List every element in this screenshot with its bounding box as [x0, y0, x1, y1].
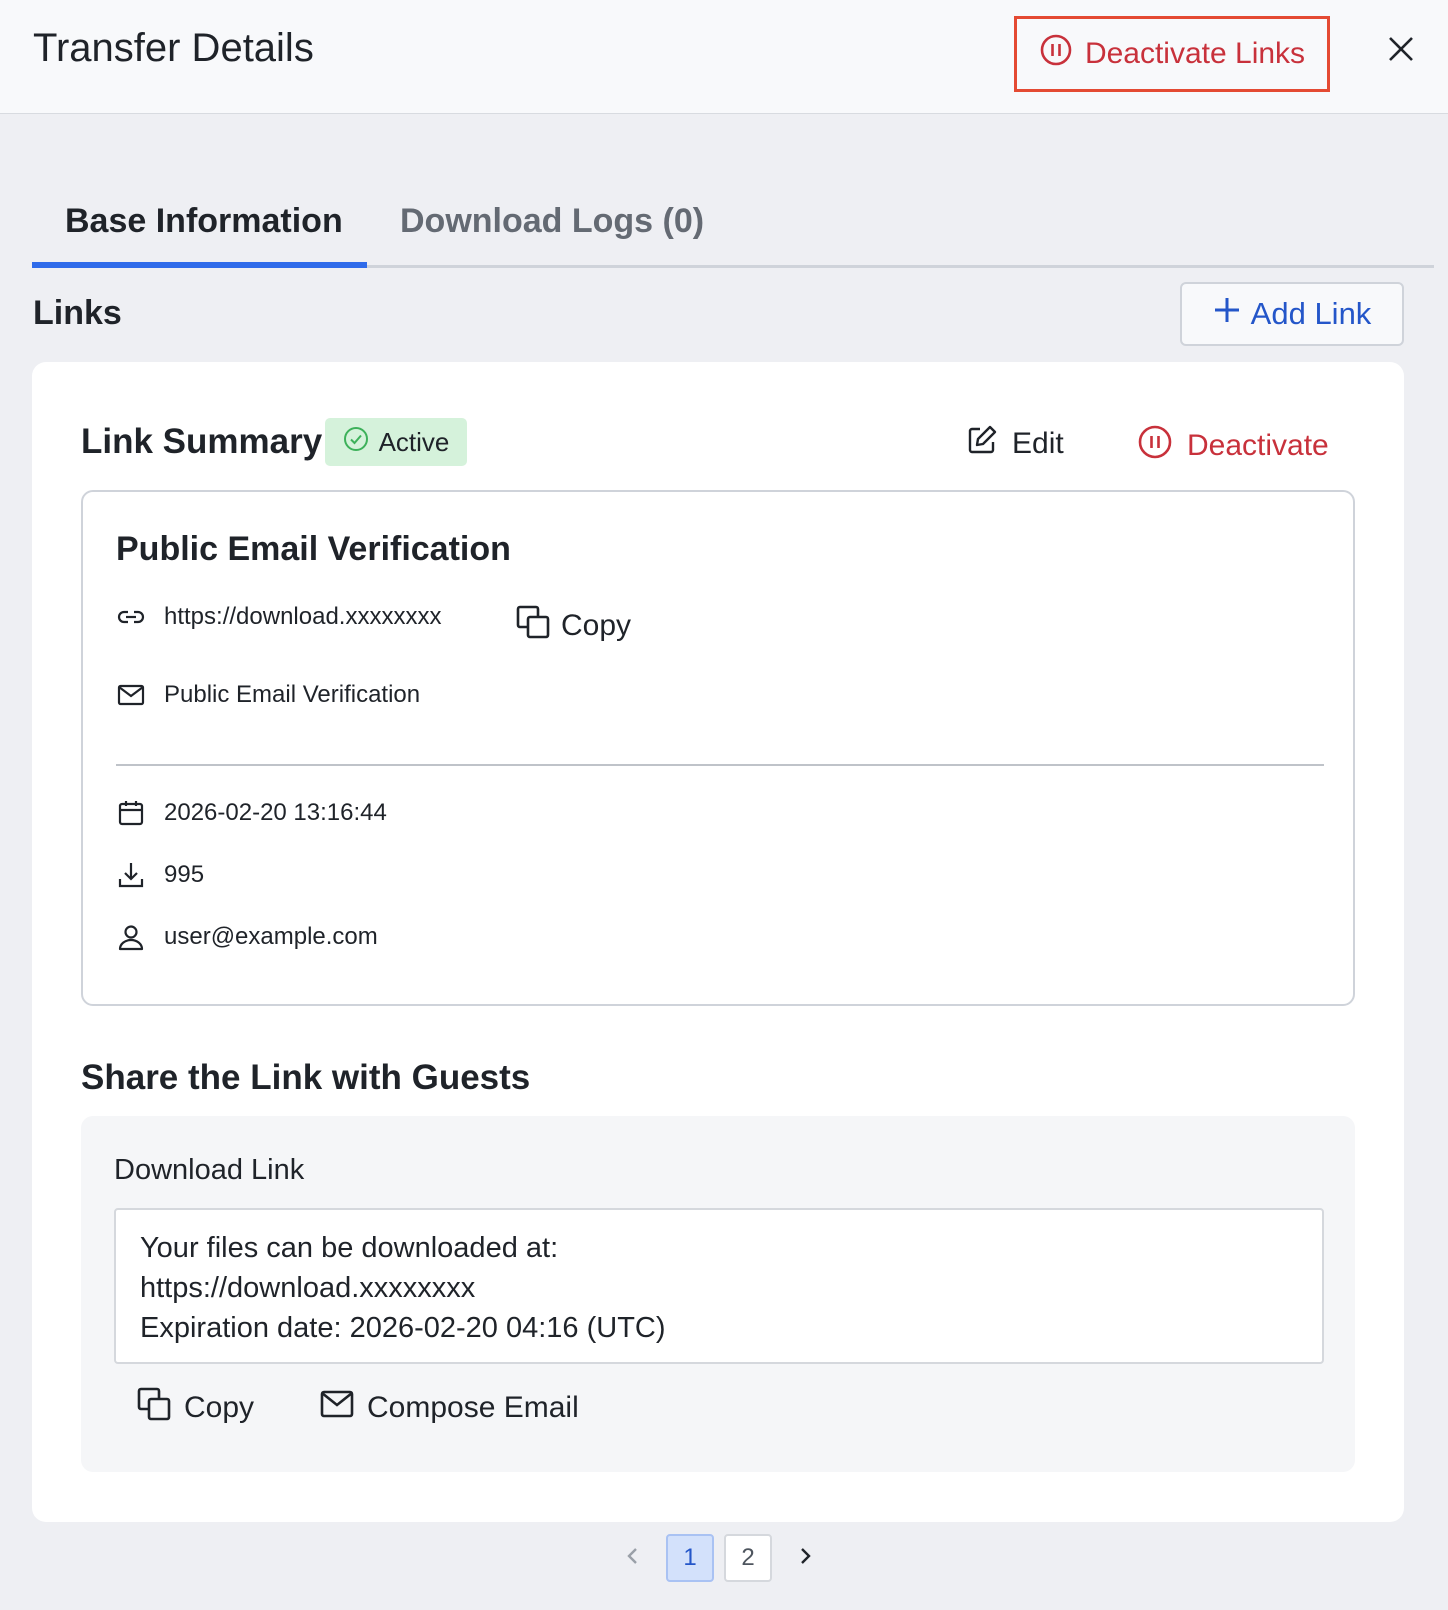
calendar-icon [116, 798, 146, 828]
tab-bar: Base Information Download Logs (0) [32, 180, 1434, 268]
copy-label: Copy [561, 609, 632, 642]
share-message-line: https://download.xxxxxxxx [140, 1272, 476, 1304]
link-date: 2026-02-20 13:16:44 [164, 799, 387, 826]
deactivate-links-label: Deactivate Links [1084, 37, 1306, 70]
link-name: Public Email Verification [116, 530, 511, 568]
chevron-right-icon [795, 1546, 815, 1571]
download-link-label: Download Link [114, 1154, 305, 1186]
plus-icon [1213, 296, 1241, 332]
deactivate-links-button[interactable]: Deactivate Links [1014, 16, 1330, 92]
link-url-row: https://download.xxxxxxxx [116, 602, 441, 632]
user-row: user@example.com [116, 922, 378, 952]
user-email: user@example.com [164, 923, 378, 950]
edit-icon [966, 424, 998, 464]
download-icon [116, 860, 146, 890]
header: Transfer Details Deactivate Links [0, 0, 1448, 114]
close-icon [1387, 35, 1415, 68]
link-card: Link Summary Active Edit Deactivate Publ… [32, 362, 1404, 1522]
add-link-button[interactable]: Add Link [1180, 282, 1404, 346]
close-button[interactable] [1384, 34, 1418, 68]
pause-circle-icon [1137, 424, 1173, 468]
mail-icon [319, 1386, 355, 1430]
date-row: 2026-02-20 13:16:44 [116, 798, 387, 828]
link-summary-title: Link Summary [81, 422, 323, 461]
mail-icon [116, 680, 146, 710]
tab-base-information[interactable]: Base Information [65, 202, 343, 241]
chevron-left-icon [623, 1546, 643, 1571]
pause-circle-icon [1039, 33, 1073, 75]
deactivate-button[interactable]: Deactivate [1137, 424, 1329, 468]
edit-label: Edit [1012, 427, 1064, 460]
user-icon [116, 922, 146, 952]
compose-email-label: Compose Email [367, 1391, 579, 1424]
auth-method: Public Email Verification [164, 681, 421, 708]
share-message-textarea[interactable]: Your files can be downloaded at: https:/… [114, 1208, 1324, 1364]
share-box: Download Link Your files can be download… [81, 1116, 1355, 1472]
link-url: https://download.xxxxxxxx [164, 603, 442, 630]
page-title: Transfer Details [33, 26, 314, 70]
links-heading: Links [33, 294, 122, 332]
link-icon [116, 602, 146, 632]
share-message-line: Expiration date: 2026-02-20 04:16 (UTC) [140, 1312, 666, 1344]
link-details-box: Public Email Verification https://downlo… [81, 490, 1355, 1006]
auth-method-row: Public Email Verification [116, 680, 420, 710]
share-message-line: Your files can be downloaded at: [140, 1232, 559, 1264]
copy-message-button[interactable]: Copy [136, 1386, 254, 1430]
share-heading: Share the Link with Guests [81, 1058, 531, 1097]
copy-icon [515, 604, 551, 648]
deactivate-label: Deactivate [1187, 429, 1329, 462]
divider [116, 764, 1324, 766]
compose-email-button[interactable]: Compose Email [319, 1386, 579, 1430]
next-page-button[interactable] [782, 1535, 828, 1581]
active-tab-indicator [32, 262, 367, 268]
edit-button[interactable]: Edit [966, 424, 1064, 464]
page-2-button[interactable]: 2 [724, 1534, 772, 1582]
pagination: 1 2 [610, 1534, 828, 1582]
page-1-button[interactable]: 1 [666, 1534, 714, 1582]
copy-label: Copy [184, 1391, 255, 1424]
copy-icon [136, 1386, 172, 1430]
status-label: Active [378, 426, 450, 457]
copy-url-button[interactable]: Copy [515, 604, 631, 648]
downloads-row: 995 [116, 860, 204, 890]
add-link-label: Add Link [1250, 296, 1372, 331]
previous-page-button[interactable] [610, 1535, 656, 1581]
tab-download-logs[interactable]: Download Logs (0) [400, 202, 704, 241]
download-count: 995 [164, 861, 205, 888]
status-badge: Active [325, 418, 467, 466]
check-circle-icon [343, 426, 369, 459]
